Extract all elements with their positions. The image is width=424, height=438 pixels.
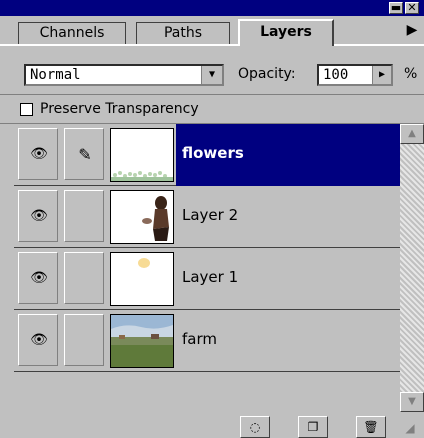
layer-visibility-toggle[interactable]: 👁 <box>18 190 58 242</box>
layer-row-farm[interactable]: 👁 farm <box>14 310 400 372</box>
layer-visibility-toggle[interactable]: 👁 <box>18 314 58 366</box>
layer-edit-toggle[interactable] <box>64 190 104 242</box>
layer-row-flowers[interactable]: 👁 ✎ flowers <box>14 124 400 186</box>
layer-thumbnail <box>110 190 174 244</box>
paintbrush-icon: ✎ <box>78 145 92 164</box>
layer-edit-toggle[interactable] <box>64 252 104 304</box>
layers-scrollbar[interactable]: ▲ ▼ <box>400 124 424 412</box>
layer-name: Layer 1 <box>182 268 239 286</box>
tab-channels[interactable]: Channels <box>18 22 126 44</box>
preserve-transparency-label: Preserve Transparency <box>40 101 199 117</box>
new-layer-button[interactable]: ❐ <box>298 416 328 438</box>
blend-options-row: Normal ▼ Opacity: 100 ▶ % <box>0 46 424 94</box>
palette-title-bar[interactable]: ▬ ✕ <box>0 0 424 16</box>
opacity-value: 100 <box>323 67 349 83</box>
palette-bottom-bar: ◌ ❐ 🗑 ◢ <box>0 412 424 438</box>
minimize-button[interactable]: ▬ <box>389 2 403 14</box>
trash-icon: 🗑 <box>363 420 379 434</box>
layer-edit-toggle[interactable] <box>64 314 104 366</box>
eye-icon: 👁 <box>30 332 48 348</box>
preserve-transparency-checkbox[interactable] <box>20 103 33 116</box>
layer-row-layer-2[interactable]: 👁 Layer 2 <box>14 186 400 248</box>
layers-list: 👁 ✎ flowers 👁 Layer 2 👁 Layer 1 👁 farm <box>14 124 400 412</box>
tab-layers[interactable]: Layers <box>238 19 334 46</box>
layer-visibility-toggle[interactable]: 👁 <box>18 252 58 304</box>
layer-name-cell[interactable]: farm <box>176 310 400 372</box>
opacity-slider-arrow-icon[interactable]: ▶ <box>372 66 391 84</box>
delete-layer-button[interactable]: 🗑 <box>356 416 386 438</box>
palette-tabs: Channels Paths Layers ▶ <box>0 16 424 46</box>
layer-name: Layer 2 <box>182 206 239 224</box>
preserve-transparency-row: Preserve Transparency <box>0 94 424 124</box>
layer-name: farm <box>182 330 217 348</box>
opacity-label: Opacity: <box>238 66 296 82</box>
layer-visibility-toggle[interactable]: 👁 <box>18 128 58 180</box>
layer-name: flowers <box>182 144 244 162</box>
layer-thumbnail <box>110 128 174 182</box>
opacity-unit: % <box>404 66 418 82</box>
layer-thumbnail <box>110 252 174 306</box>
eye-icon: 👁 <box>30 208 48 224</box>
eye-icon: 👁 <box>30 146 48 162</box>
chevron-down-icon[interactable]: ▼ <box>201 66 222 84</box>
blend-mode-value: Normal <box>30 67 81 83</box>
add-layer-mask-button[interactable]: ◌ <box>240 416 270 438</box>
new-layer-icon: ❐ <box>307 420 319 434</box>
layer-name-cell[interactable]: flowers <box>176 124 400 186</box>
eye-icon: 👁 <box>30 270 48 286</box>
resize-grip-icon[interactable]: ◢ <box>400 420 420 436</box>
layers-palette: ▬ ✕ Channels Paths Layers ▶ Normal ▼ Opa… <box>0 0 424 438</box>
palette-menu-arrow-icon[interactable]: ▶ <box>403 20 421 40</box>
layer-mask-icon: ◌ <box>249 420 261 434</box>
opacity-field[interactable]: 100 ▶ <box>317 64 393 86</box>
layer-edit-toggle[interactable]: ✎ <box>64 128 104 180</box>
close-button[interactable]: ✕ <box>405 2 419 14</box>
tab-paths[interactable]: Paths <box>136 22 230 44</box>
scroll-up-icon[interactable]: ▲ <box>400 124 424 144</box>
scroll-down-icon[interactable]: ▼ <box>400 392 424 412</box>
layer-row-layer-1[interactable]: 👁 Layer 1 <box>14 248 400 310</box>
layer-thumbnail <box>110 314 174 368</box>
layer-name-cell[interactable]: Layer 1 <box>176 248 400 310</box>
layer-name-cell[interactable]: Layer 2 <box>176 186 400 248</box>
blend-mode-select[interactable]: Normal ▼ <box>24 64 224 86</box>
